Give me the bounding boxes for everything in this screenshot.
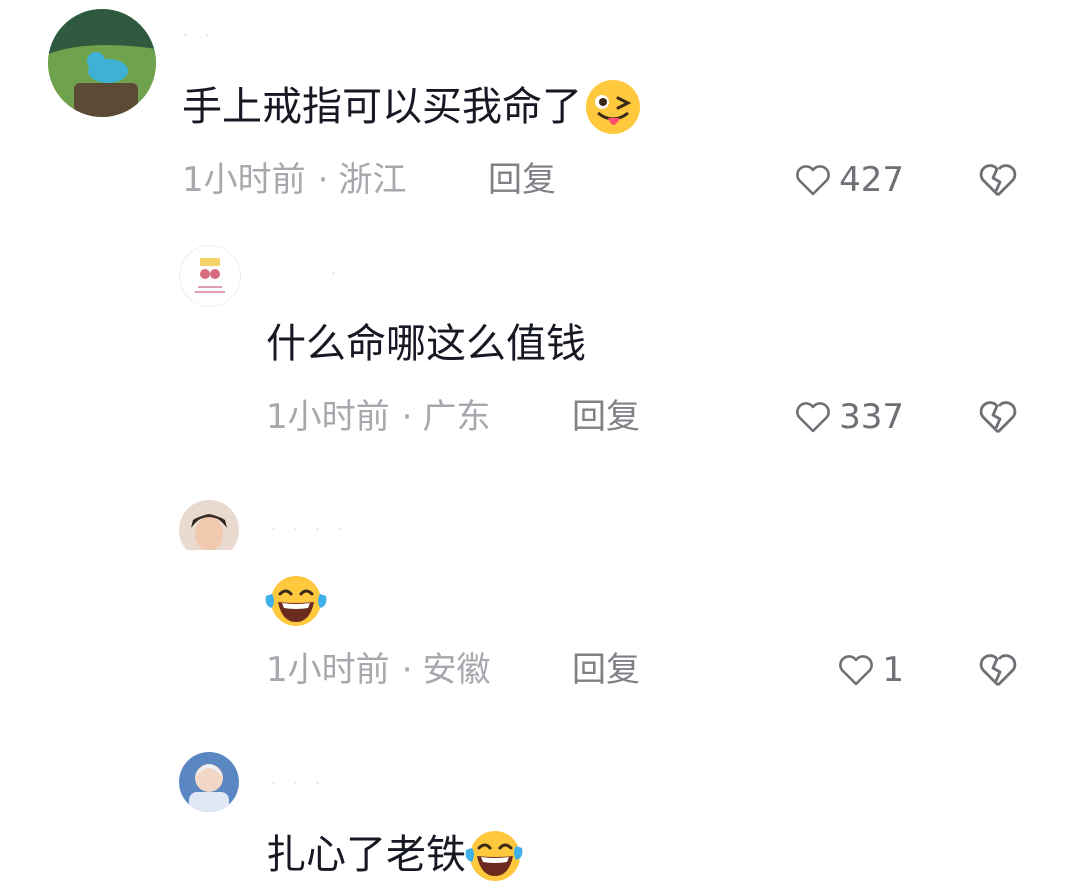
like-button[interactable]: 337: [760, 395, 904, 439]
broken-heart-icon: [979, 164, 1017, 196]
heart-icon: [796, 402, 830, 433]
comment-text-content: 手上戒指可以买我命了: [182, 84, 582, 130]
laughing-tears-emoji-icon: [262, 570, 330, 628]
wink-tongue-emoji-icon: [584, 78, 642, 136]
like-count: 427: [839, 160, 904, 200]
location: 广东: [422, 397, 491, 437]
comment-text: [262, 570, 330, 628]
avatar[interactable]: [179, 245, 241, 307]
username[interactable]: · · · ·: [270, 518, 347, 543]
reply-button[interactable]: 回复: [572, 395, 640, 439]
avatar-image-icon: [180, 246, 240, 306]
heart-icon: [796, 165, 830, 196]
timestamp: 1小时前: [266, 397, 390, 437]
like-count: 337: [839, 397, 904, 437]
avatar[interactable]: [179, 752, 239, 812]
username[interactable]: · ·: [182, 24, 215, 49]
avatar-image-icon: [179, 752, 239, 812]
dislike-button[interactable]: [976, 395, 1020, 439]
username[interactable]: · · ·: [270, 772, 325, 797]
comment-text: 什么命哪这么值钱: [266, 318, 586, 370]
avatar[interactable]: [48, 9, 156, 117]
avatar-image-icon: [179, 500, 239, 560]
reply-button[interactable]: 回复: [572, 648, 640, 692]
comment-text-content: 扎心了老铁: [266, 832, 466, 878]
comment-text: 手上戒指可以买我命了: [182, 78, 642, 136]
comment-meta: 1小时前 · 广东: [266, 395, 490, 439]
comment-meta: 1小时前 · 浙江: [182, 158, 406, 202]
dislike-button[interactable]: [976, 648, 1020, 692]
laughing-tears-emoji-icon: [464, 826, 524, 884]
timestamp: 1小时前: [266, 650, 390, 690]
broken-heart-icon: [979, 401, 1017, 433]
separator-dot: ·: [401, 397, 413, 437]
location: 安徽: [422, 650, 491, 690]
like-button[interactable]: 427: [760, 158, 904, 202]
comment-text-content: 什么命哪这么值钱: [266, 321, 586, 367]
reply-button[interactable]: 回复: [488, 158, 556, 202]
separator-dot: ·: [401, 650, 413, 690]
avatar-image-icon: [48, 9, 156, 117]
location: 浙江: [338, 160, 407, 200]
like-button[interactable]: 1: [760, 648, 904, 692]
username[interactable]: ·: [330, 262, 341, 287]
comment-meta: 1小时前 · 安徽: [266, 648, 490, 692]
timestamp: 1小时前: [182, 160, 306, 200]
separator-dot: ·: [317, 160, 329, 200]
avatar[interactable]: [179, 500, 239, 560]
heart-icon: [839, 655, 874, 686]
like-count: 1: [882, 650, 904, 690]
broken-heart-icon: [979, 654, 1017, 686]
dislike-button[interactable]: [976, 158, 1020, 202]
comment-text: 扎心了老铁: [266, 826, 524, 884]
